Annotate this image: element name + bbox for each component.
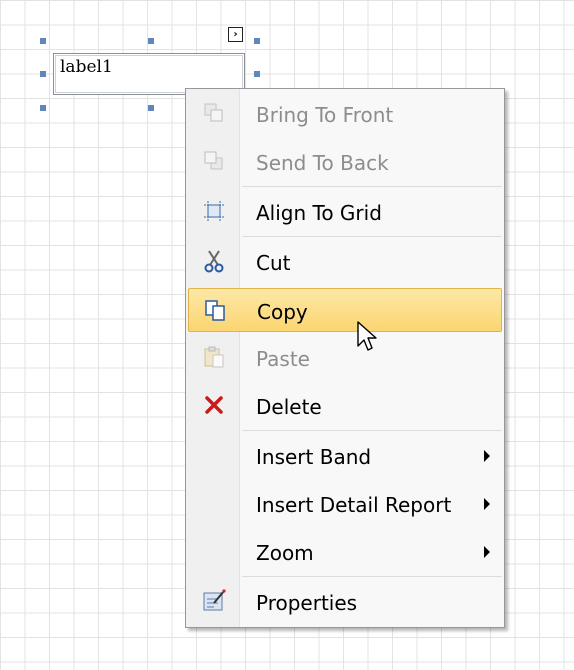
menu-separator	[242, 236, 502, 237]
send-to-back-icon	[204, 151, 223, 170]
resize-handle-left[interactable]	[40, 71, 46, 77]
menu-item-label: Insert Detail Report	[256, 493, 452, 517]
submenu-arrow-icon	[484, 450, 490, 462]
menu-separator	[242, 186, 502, 187]
menu-item-align-to-grid[interactable]: Align To Grid	[188, 190, 502, 234]
menu-item-zoom[interactable]: Zoom	[188, 530, 502, 574]
menu-item-label: Send To Back	[256, 151, 389, 175]
context-menu: Bring To Front Send To Back Align To Gri…	[185, 88, 505, 628]
menu-item-insert-band[interactable]: Insert Band	[188, 434, 502, 478]
cut-icon	[204, 250, 224, 273]
delete-icon	[205, 396, 223, 414]
resize-handle-right[interactable]	[254, 71, 260, 77]
resize-handle-top-left[interactable]	[40, 38, 46, 44]
mouse-cursor-icon	[357, 321, 377, 351]
report-design-surface[interactable]: label1 › Bring To Front Send To Back Ali…	[0, 0, 574, 670]
menu-item-cut[interactable]: Cut	[188, 240, 502, 284]
menu-item-insert-detail-report[interactable]: Insert Detail Report	[188, 482, 502, 526]
properties-icon	[203, 589, 226, 611]
menu-item-properties[interactable]: Properties	[188, 580, 502, 624]
label-control-text: label1	[60, 57, 113, 77]
menu-separator	[242, 576, 502, 577]
copy-icon	[205, 300, 225, 321]
menu-item-paste[interactable]: Paste	[188, 336, 502, 380]
menu-item-label: Align To Grid	[256, 201, 382, 225]
bring-to-front-icon	[204, 103, 223, 122]
resize-handle-bottom[interactable]	[148, 105, 154, 111]
menu-item-label: Zoom	[256, 541, 314, 565]
menu-item-delete[interactable]: Delete	[188, 384, 502, 428]
menu-item-label: Delete	[256, 395, 322, 419]
menu-item-copy[interactable]: Copy	[188, 288, 502, 332]
submenu-arrow-icon	[484, 546, 490, 558]
menu-item-label: Paste	[256, 347, 310, 371]
menu-separator	[242, 430, 502, 431]
menu-item-label: Insert Band	[256, 445, 372, 469]
submenu-arrow-icon	[484, 498, 490, 510]
paste-icon	[204, 346, 224, 368]
menu-item-label: Bring To Front	[256, 103, 394, 127]
resize-handle-top[interactable]	[148, 38, 154, 44]
resize-handle-bottom-left[interactable]	[40, 105, 46, 111]
menu-item-label: Properties	[256, 591, 358, 615]
menu-item-bring-to-front[interactable]: Bring To Front	[188, 92, 502, 136]
menu-item-label: Copy	[257, 300, 308, 324]
align-to-grid-icon	[204, 201, 224, 221]
resize-handle-top-right[interactable]	[254, 38, 260, 44]
menu-item-label: Cut	[256, 251, 291, 275]
menu-item-send-to-back[interactable]: Send To Back	[188, 140, 502, 184]
smart-tag-button[interactable]: ›	[228, 27, 243, 42]
